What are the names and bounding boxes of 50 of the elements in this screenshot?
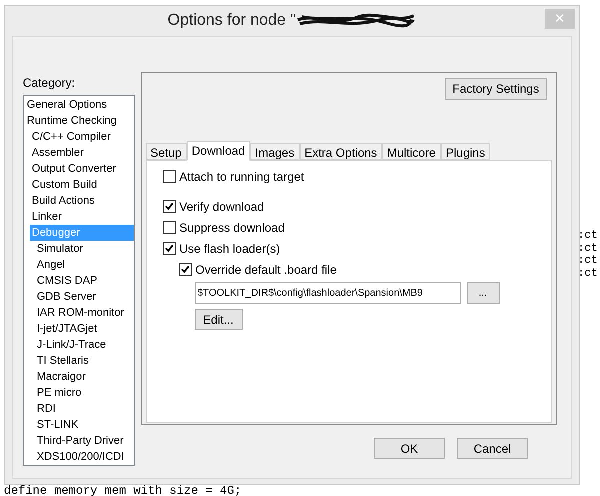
tab[interactable]: Extra Options xyxy=(300,143,382,160)
checkbox[interactable] xyxy=(162,200,176,213)
board-file-field[interactable]: $TOOLKIT_DIR$\config\flashloader\Spansion\MB9 xyxy=(194,282,460,304)
category-item[interactable]: ST-LINK xyxy=(35,417,81,433)
category-label: Category: xyxy=(23,75,76,92)
category-item[interactable]: I-jet/JTAGjet xyxy=(35,321,100,337)
tab[interactable]: Plugins xyxy=(440,143,490,160)
category-item[interactable]: TI Stellaris xyxy=(35,353,91,369)
category-item[interactable]: CMSIS DAP xyxy=(35,273,100,289)
checkbox-label: Use flash loader(s) xyxy=(180,240,280,258)
category-item[interactable]: Output Converter xyxy=(30,161,118,177)
edit-button[interactable]: Edit... xyxy=(194,309,242,330)
category-item[interactable]: Runtime Checking xyxy=(25,113,119,129)
category-item[interactable]: RDI xyxy=(35,401,58,417)
tab[interactable]: Images xyxy=(250,143,300,160)
factory-settings-button[interactable]: Factory Settings xyxy=(445,78,547,100)
category-item[interactable]: Simulator xyxy=(35,241,86,257)
browse-button[interactable]: ... xyxy=(466,282,500,304)
category-item[interactable]: J-Link/J-Trace xyxy=(35,337,108,353)
dialog-button[interactable]: Cancel xyxy=(457,438,528,459)
tab[interactable]: Multicore xyxy=(382,143,441,160)
checkbox[interactable] xyxy=(162,221,176,234)
checkbox-label: Attach to running target xyxy=(180,168,304,186)
checkbox[interactable] xyxy=(162,170,176,183)
checkbox[interactable] xyxy=(162,242,176,255)
category-item[interactable]: Linker xyxy=(30,209,64,225)
code-line: :ct xyxy=(578,255,598,268)
category-item[interactable]: GDB Server xyxy=(35,289,98,305)
tab[interactable]: Download xyxy=(186,141,250,161)
code-line: :ct xyxy=(578,268,598,280)
checkbox[interactable] xyxy=(178,263,192,276)
category-item[interactable]: Macraigor xyxy=(35,369,88,385)
category-item[interactable]: Custom Build xyxy=(30,177,100,193)
category-item[interactable]: General Options xyxy=(25,97,110,113)
category-item[interactable]: Build Actions xyxy=(30,193,97,209)
category-item[interactable]: Angel xyxy=(35,257,68,273)
window-title: Options for node " xyxy=(168,11,296,31)
dialog-button[interactable]: OK xyxy=(374,438,445,459)
category-item[interactable]: PE micro xyxy=(35,385,84,401)
category-item[interactable]: IAR ROM-monitor xyxy=(35,305,126,321)
category-item[interactable]: C/C++ Compiler xyxy=(30,129,113,145)
checkbox-label: Override default .board file xyxy=(196,262,337,278)
tab[interactable]: Setup xyxy=(146,143,187,160)
category-item[interactable]: Third-Party Driver xyxy=(35,433,126,449)
category-item[interactable]: Assembler xyxy=(30,145,86,161)
category-item[interactable]: XDS100/200/ICDI xyxy=(35,449,126,465)
code-line: :ct xyxy=(578,242,598,255)
checkbox-label: Verify download xyxy=(180,198,264,216)
code-line: :ct xyxy=(578,230,598,242)
checkbox-label: Suppress download xyxy=(180,220,285,236)
